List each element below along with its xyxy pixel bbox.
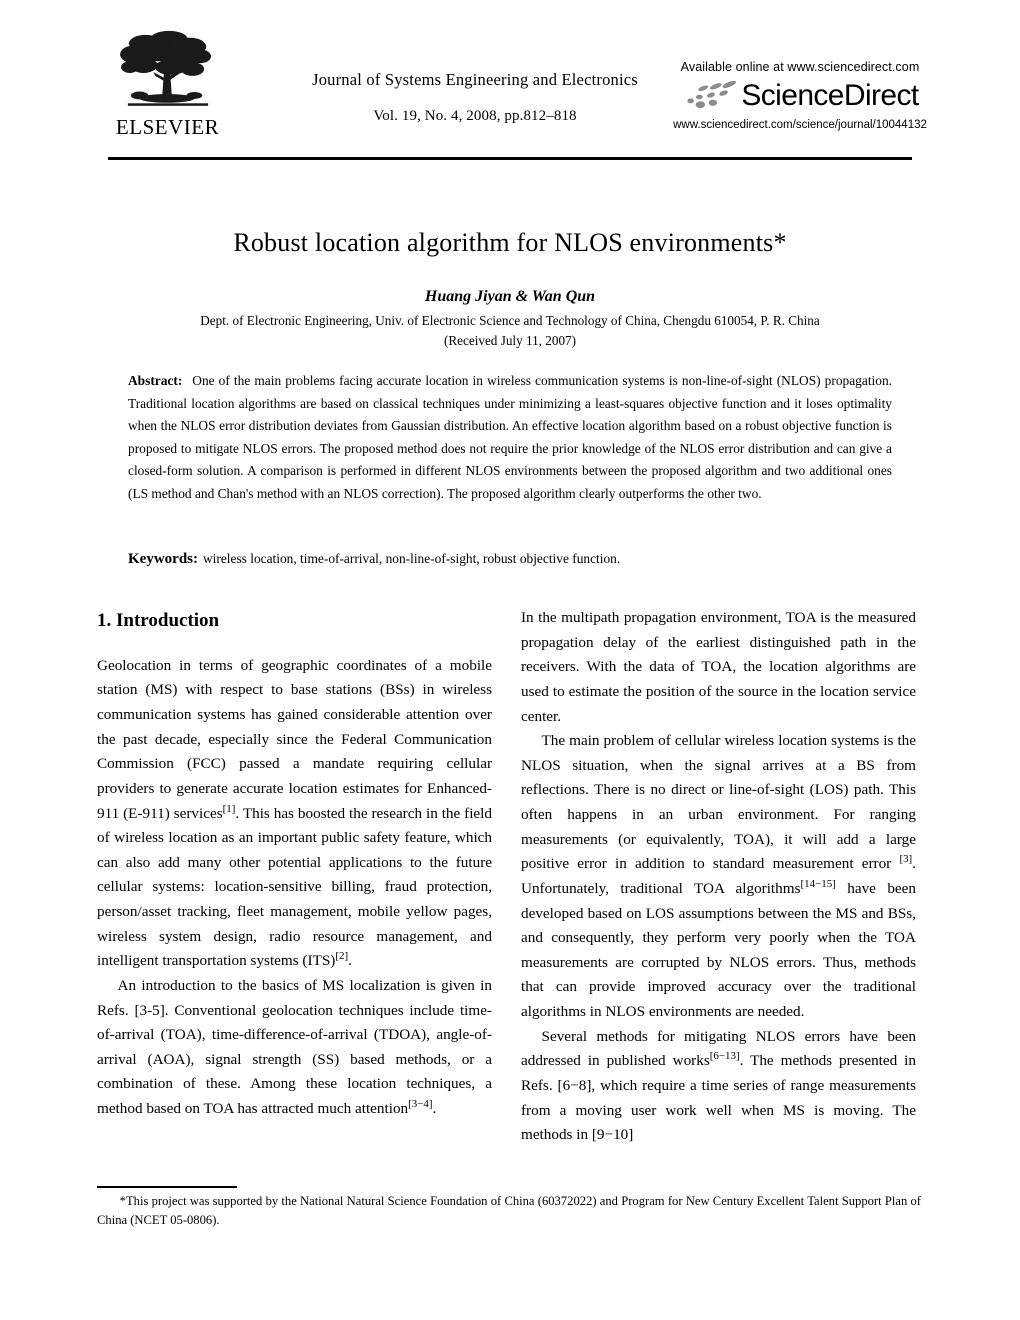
footnote-block: *This project was supported by the Natio… — [97, 1192, 921, 1230]
paragraph-text: . — [348, 952, 352, 970]
paragraph-text: . — [432, 1100, 437, 1118]
journal-title: Journal of Systems Engineering and Elect… — [312, 70, 638, 89]
footnote-divider — [97, 1186, 237, 1188]
citation-ref-14-15: [14−15] — [800, 877, 836, 890]
paragraph-text: . This has boosted the research in the f… — [97, 804, 492, 970]
article-affiliation: Dept. of Electronic Engineering, Univ. o… — [200, 313, 820, 328]
masthead: ELSEVIER Journal of Systems Engineering … — [95, 28, 927, 153]
paper-page: ELSEVIER Journal of Systems Engineering … — [0, 0, 1020, 1320]
paragraph-intro-2: An introduction to the basics of MS loca… — [97, 974, 492, 1122]
citation-ref-2: [2] — [335, 950, 349, 963]
elsevier-logo: ELSEVIER — [105, 28, 230, 138]
keywords-label: Keywords: — [128, 551, 198, 567]
section-heading-introduction: 1. Introduction — [97, 610, 220, 631]
elsevier-tree-icon — [119, 30, 211, 106]
sciencedirect-url[interactable]: www.sciencedirect.com/science/journal/10… — [655, 119, 945, 131]
sciencedirect-swoosh-icon — [687, 80, 737, 109]
citation-ref-1: [1] — [222, 802, 236, 815]
paragraph-right-2: The main problem of cellular wireless lo… — [521, 729, 916, 1025]
abstract-text: One of the main problems facing accurate… — [128, 373, 892, 501]
paragraph-right-1: In the multipath propagation environment… — [521, 609, 916, 725]
body-column-left: 1. Introduction Geolocation in terms of … — [97, 606, 492, 1122]
journal-info: Journal of Systems Engineering and Elect… — [275, 70, 675, 125]
article-title: Robust location algorithm for NLOS envir… — [233, 228, 787, 257]
keywords-block: Keywords: wireless location, time-of-arri… — [128, 547, 892, 571]
paragraph-right-3: Several methods for mitigating NLOS erro… — [521, 1025, 916, 1148]
sciencedirect-logo: ScienceDirect — [655, 76, 945, 116]
sciencedirect-available-text: Available online at www.sciencedirect.co… — [680, 60, 920, 74]
citation-ref-3: [3] — [899, 853, 913, 866]
masthead-divider — [108, 157, 912, 160]
keywords-text: wireless location, time-of-arrival, non-… — [203, 551, 621, 566]
body-column-right: In the multipath propagation environment… — [521, 606, 916, 1148]
paragraph-text: have been developed based on LOS assumpt… — [521, 879, 916, 1020]
footnote-text: *This project was supported by the Natio… — [97, 1194, 921, 1228]
citation-ref-3-4: [3−4] — [408, 1097, 433, 1110]
abstract-block: Abstract: One of the main problems facing… — [128, 370, 892, 505]
citation-ref-6-13: [6−13] — [709, 1050, 740, 1063]
sciencedirect-block: Available online at www.sciencedirect.co… — [655, 60, 945, 131]
sciencedirect-wordmark: ScienceDirect — [741, 79, 919, 112]
paragraph-text: The main problem of cellular wireless lo… — [521, 732, 916, 873]
paragraph-text: An introduction to the basics of MS loca… — [97, 976, 492, 1118]
elsevier-wordmark: ELSEVIER — [115, 115, 220, 139]
article-authors: Huang Jiyan & Wan Qun — [424, 288, 596, 305]
paragraph-text: Geolocation in terms of geographic coord… — [97, 656, 492, 822]
abstract-label: Abstract: — [128, 373, 183, 388]
paragraph-intro-1: Geolocation in terms of geographic coord… — [97, 654, 492, 974]
article-received-date: (Received July 11, 2007) — [443, 333, 577, 348]
journal-issue: Vol. 19, No. 4, 2008, pp.812–818 — [373, 107, 577, 124]
